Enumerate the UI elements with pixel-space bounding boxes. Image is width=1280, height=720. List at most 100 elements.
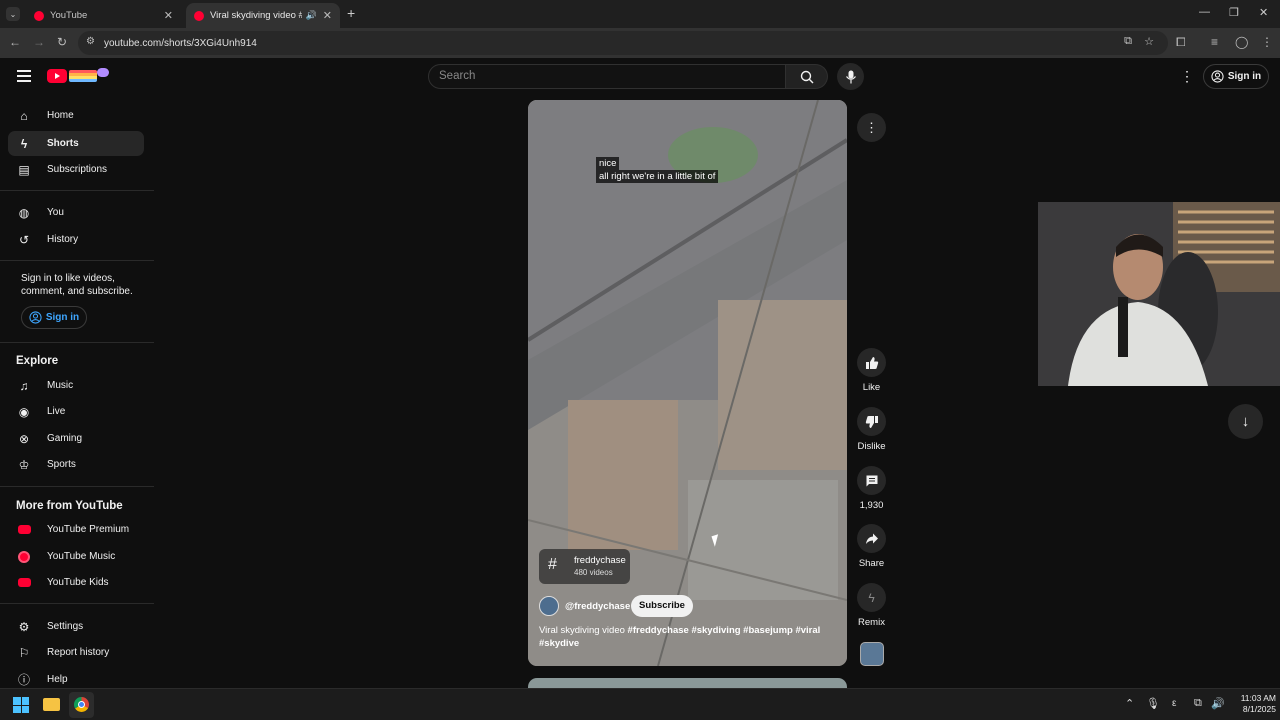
like-label: Like bbox=[862, 382, 881, 393]
share-icon bbox=[865, 533, 878, 544]
next-short-preview[interactable] bbox=[528, 678, 847, 688]
close-window-icon[interactable]: ✕ bbox=[1259, 6, 1268, 19]
audio-playing-icon[interactable]: 🔊 bbox=[306, 10, 317, 21]
voice-search-button[interactable] bbox=[837, 63, 864, 90]
dislike-button[interactable] bbox=[857, 407, 886, 436]
taskbar-clock[interactable]: 11:03 AM 8/1/2025 bbox=[1226, 693, 1276, 715]
sidebar-item-gaming[interactable]: ⊗ Gaming bbox=[8, 426, 144, 451]
share-button[interactable] bbox=[857, 524, 886, 553]
sound-avatar[interactable] bbox=[860, 642, 884, 666]
description-text: Viral skydiving video bbox=[539, 625, 628, 636]
sidebar-divider bbox=[0, 603, 154, 604]
extensions-icon[interactable]: ⧠ bbox=[1176, 35, 1186, 50]
restore-window-icon[interactable]: ❐ bbox=[1229, 6, 1239, 19]
browser-tab-youtube[interactable]: YouTube ✕ bbox=[26, 3, 181, 28]
shorts-icon: ϟ bbox=[20, 136, 28, 151]
back-arrow-icon[interactable]: ← bbox=[9, 35, 21, 49]
caption-line: nice bbox=[596, 157, 620, 170]
hashtag-chip[interactable]: # freddychase 480 videos bbox=[539, 549, 630, 584]
sidebar-item-shorts[interactable]: ϟ Shorts bbox=[8, 131, 144, 156]
sidebar-item-label: Live bbox=[47, 406, 66, 417]
search-button[interactable] bbox=[786, 64, 828, 89]
reload-icon[interactable]: ↻ bbox=[57, 35, 67, 49]
sidebar-item-music[interactable]: ♫ Music bbox=[8, 373, 144, 398]
sidebar-sign-in-button[interactable]: Sign in bbox=[21, 306, 87, 329]
sidebar-item-you[interactable]: ◍ You bbox=[8, 200, 144, 225]
browser-tab-active[interactable]: Viral skydiving video #fredd 🔊 ✕ bbox=[186, 3, 340, 28]
chrome-taskbar-icon[interactable] bbox=[69, 692, 94, 718]
next-video-button[interactable]: ↓ bbox=[1228, 404, 1263, 439]
youtube-favicon-icon bbox=[194, 10, 204, 21]
clock-date: 8/1/2025 bbox=[1242, 704, 1276, 714]
clock-time: 11:03 AM bbox=[1240, 693, 1276, 703]
explore-heading: Explore bbox=[16, 355, 59, 367]
sidebar-item-label: Home bbox=[47, 110, 74, 121]
address-bar[interactable]: ⚙ youtube.com/shorts/3XGi4Unh914 ⧉ ☆ bbox=[78, 31, 1168, 55]
sidebar-divider bbox=[0, 486, 154, 487]
windows-start-icon[interactable] bbox=[13, 697, 29, 713]
short-video-player[interactable]: nice all right we're in a little bit of … bbox=[528, 100, 847, 666]
sidebar-item-youtube-kids[interactable]: YouTube Kids bbox=[8, 570, 144, 595]
tray-display-icon[interactable]: ⧉ bbox=[1194, 697, 1202, 710]
more-actions-button[interactable]: ⋮ bbox=[857, 113, 886, 142]
sidebar-item-label: YouTube Music bbox=[47, 551, 116, 562]
sidebar-item-label: Gaming bbox=[47, 433, 83, 444]
channel-handle[interactable]: @freddychase bbox=[565, 601, 630, 612]
bookmark-star-icon[interactable]: ☆ bbox=[1144, 35, 1154, 48]
sidebar-item-help[interactable]: ⓘ Help bbox=[8, 667, 144, 688]
guide-menu-icon[interactable] bbox=[17, 70, 31, 82]
you-icon: ◍ bbox=[18, 205, 30, 220]
search-input[interactable]: Search bbox=[428, 64, 786, 89]
site-info-icon[interactable]: ⚙ bbox=[86, 36, 95, 47]
history-icon: ↺ bbox=[18, 232, 30, 247]
sidebar-item-history[interactable]: ↺ History bbox=[8, 227, 144, 252]
tray-chevron-icon[interactable]: ⌃ bbox=[1125, 697, 1134, 710]
sidebar-item-live[interactable]: ◉ Live bbox=[8, 399, 144, 424]
profile-icon[interactable]: ◯ bbox=[1235, 35, 1248, 49]
browser-tab-strip: ⌄ YouTube ✕ Viral skydiving video #fredd… bbox=[0, 0, 1280, 28]
streamer-camera-image bbox=[1038, 202, 1280, 386]
new-tab-button[interactable]: + bbox=[347, 5, 355, 21]
url-text: youtube.com/shorts/3XGi4Unh914 bbox=[104, 37, 257, 49]
settings-more-icon[interactable]: ⋮ bbox=[1180, 68, 1194, 85]
remix-button[interactable]: ϟ bbox=[857, 583, 886, 612]
minimize-window-icon[interactable]: — bbox=[1199, 6, 1210, 18]
forward-arrow-icon[interactable]: → bbox=[33, 35, 45, 49]
sidebar-item-youtube-music[interactable]: YouTube Music bbox=[8, 544, 144, 569]
music-icon: ♫ bbox=[19, 378, 29, 393]
channel-avatar[interactable] bbox=[539, 596, 559, 616]
tray-language-icon[interactable]: ε bbox=[1172, 698, 1176, 709]
sidebar-item-report-history[interactable]: ⚐ Report history bbox=[8, 640, 144, 665]
like-button[interactable] bbox=[857, 348, 886, 377]
tab-search-icon[interactable]: ⌄ bbox=[6, 7, 20, 21]
sidebar-item-subscriptions[interactable]: ▤ Subscriptions bbox=[8, 157, 144, 182]
chrome-menu-icon[interactable]: ⋮ bbox=[1261, 35, 1273, 49]
hashtag-icon: # bbox=[548, 556, 557, 573]
sidebar-item-sports[interactable]: ♔ Sports bbox=[8, 452, 144, 477]
subscribe-button[interactable]: Subscribe bbox=[631, 595, 693, 617]
caption-line: all right we're in a little bit of bbox=[596, 170, 719, 183]
close-tab-icon[interactable]: ✕ bbox=[323, 9, 332, 22]
close-tab-icon[interactable]: ✕ bbox=[164, 9, 173, 22]
youtube-header: Search ⋮ Sign in bbox=[0, 58, 1280, 96]
sidebar-item-label: Shorts bbox=[47, 138, 79, 149]
webcam-overlay bbox=[1038, 202, 1280, 386]
help-icon: ⓘ bbox=[17, 673, 30, 687]
sports-icon: ♔ bbox=[18, 457, 30, 472]
sidebar-item-label: YouTube Premium bbox=[47, 524, 130, 535]
thumbs-down-icon bbox=[865, 415, 878, 428]
sidebar-item-youtube-premium[interactable]: YouTube Premium bbox=[8, 517, 144, 542]
install-app-icon[interactable]: ⧉ bbox=[1124, 35, 1132, 48]
search-icon bbox=[800, 70, 813, 83]
media-control-icon[interactable]: ≡ bbox=[1211, 35, 1218, 49]
youtube-logo[interactable] bbox=[47, 68, 111, 85]
sidebar-item-label: Sports bbox=[47, 459, 76, 470]
file-explorer-icon[interactable] bbox=[43, 698, 60, 711]
sidebar-item-label: You bbox=[47, 207, 64, 218]
sign-in-button[interactable]: Sign in bbox=[1203, 64, 1269, 89]
sidebar-item-home[interactable]: ⌂ Home bbox=[8, 103, 144, 128]
sidebar-item-settings[interactable]: ⚙ Settings bbox=[8, 614, 144, 639]
tray-volume-icon[interactable]: 🔊 bbox=[1211, 697, 1225, 710]
comments-button[interactable] bbox=[857, 466, 886, 495]
tray-microphone-icon[interactable]: 🎙 bbox=[1146, 697, 1160, 710]
